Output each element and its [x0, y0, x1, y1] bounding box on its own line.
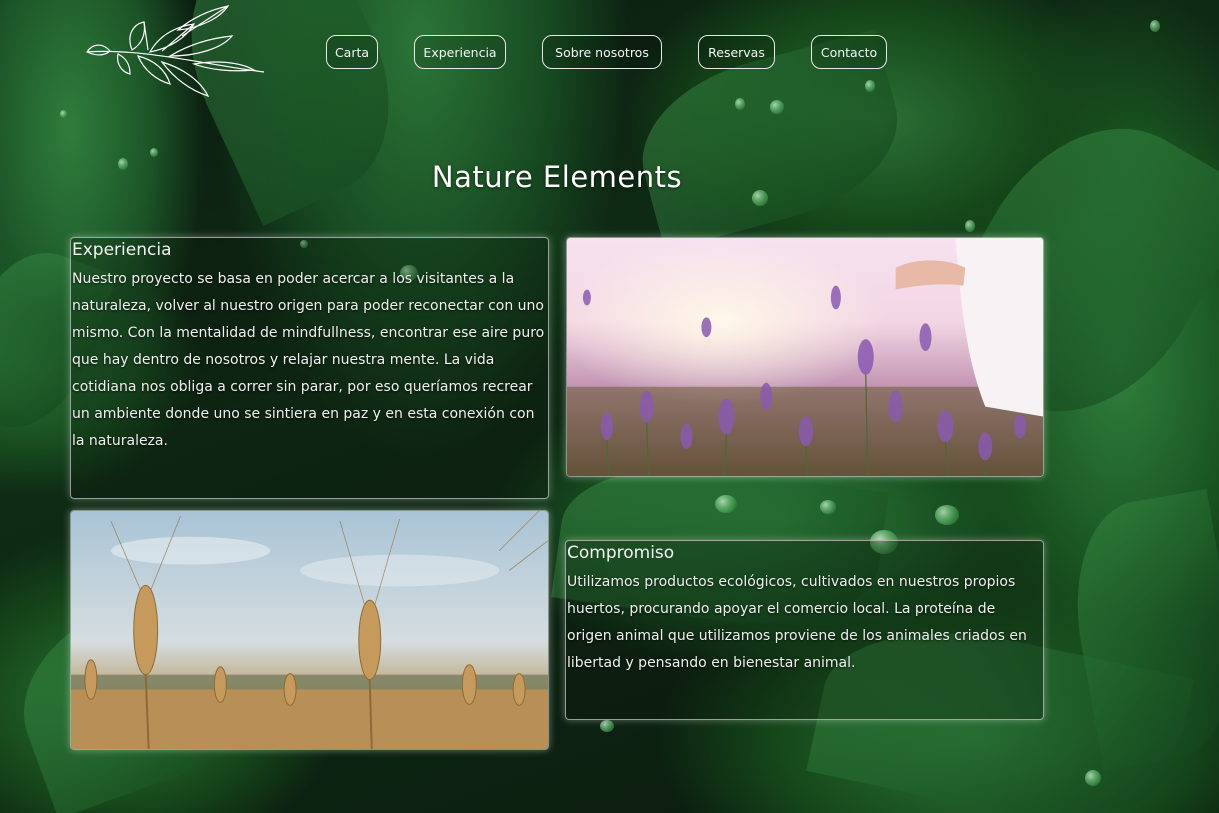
- experiencia-text: Nuestro proyecto se basa en poder acerca…: [72, 271, 545, 449]
- nav-reservas-button[interactable]: Reservas: [698, 35, 775, 69]
- olive-branch-icon[interactable]: [82, 4, 267, 104]
- compromiso-text: Utilizamos productos ecológicos, cultiva…: [567, 574, 1027, 671]
- experiencia-heading: Experiencia: [72, 240, 172, 260]
- page-title: Nature Elements: [431, 160, 683, 194]
- nav-contacto-button[interactable]: Contacto: [811, 35, 887, 69]
- compromiso-card: Compromiso Utilizamos productos ecológic…: [565, 540, 1044, 720]
- nav-experiencia-button[interactable]: Experiencia: [414, 35, 506, 69]
- nav-carta-button[interactable]: Carta: [326, 35, 378, 69]
- compromiso-heading: Compromiso: [567, 543, 675, 563]
- experiencia-card: Experiencia Nuestro proyecto se basa en …: [70, 237, 549, 499]
- lavender-field-photo: [566, 237, 1044, 477]
- nav-sobre-nosotros-button[interactable]: Sobre nosotros: [542, 35, 662, 69]
- wheat-field-photo: [70, 510, 549, 750]
